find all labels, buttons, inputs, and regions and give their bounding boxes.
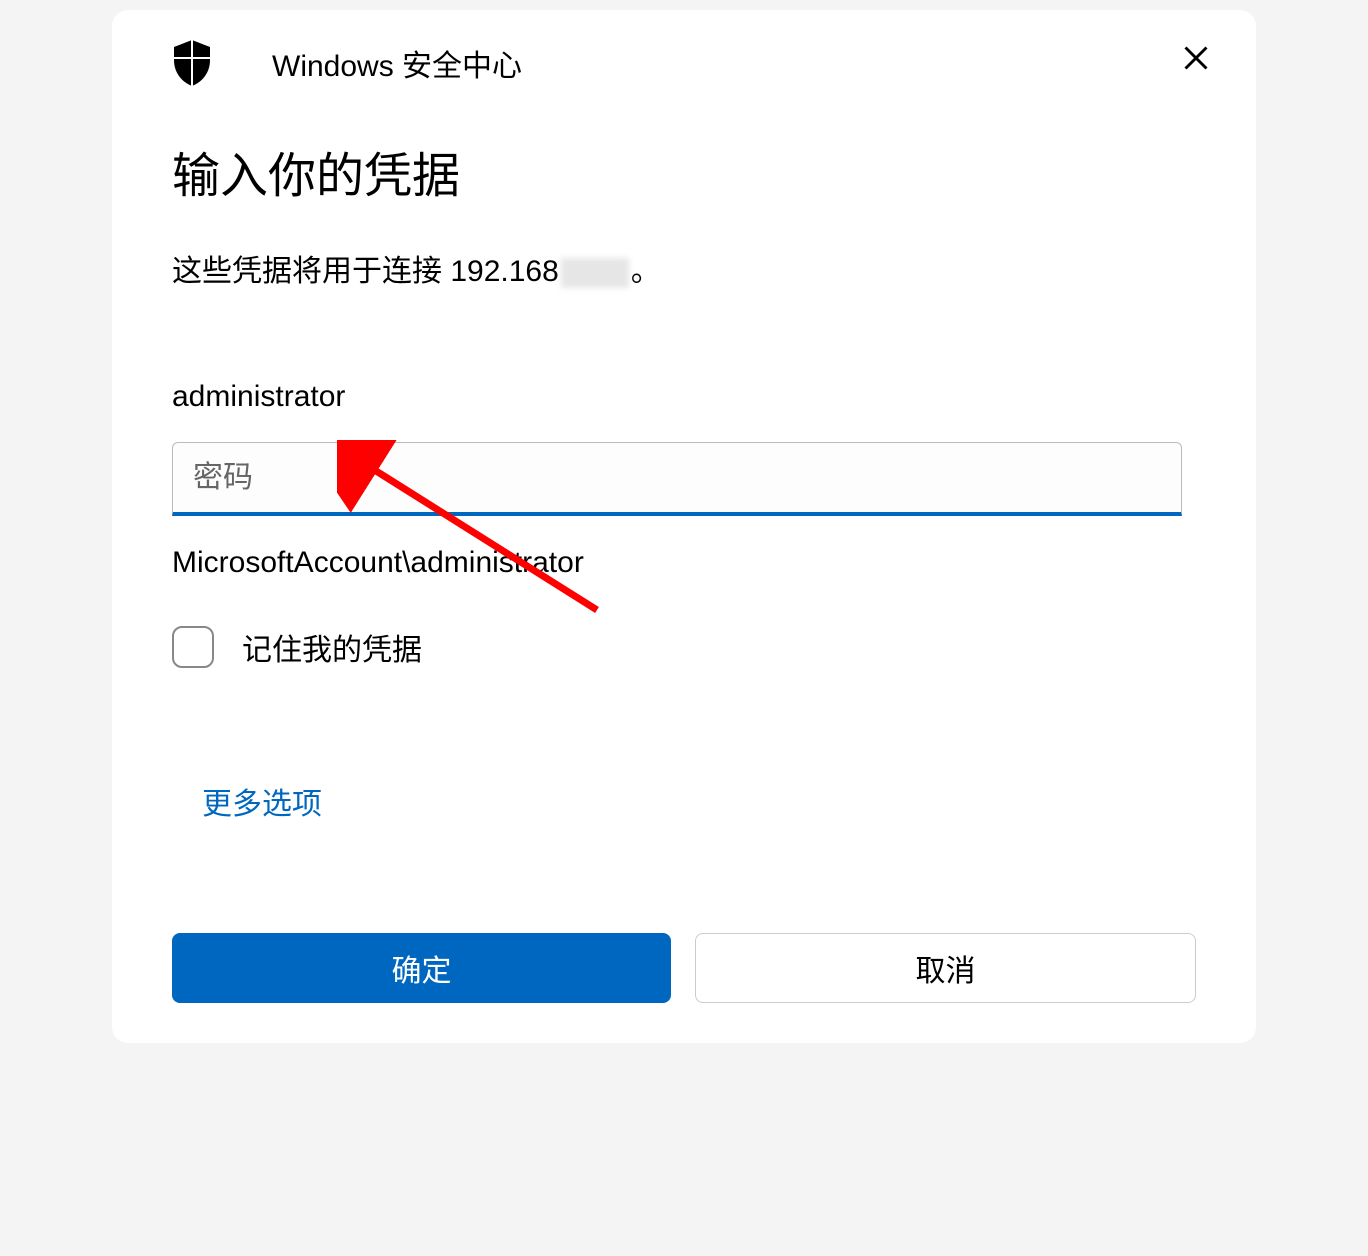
more-options-link[interactable]: 更多选项 xyxy=(172,779,322,823)
dialog-content: 输入你的凭据 这些凭据将用于连接 192.168。 administrator … xyxy=(112,136,1256,933)
dialog-header: Windows 安全中心 xyxy=(112,40,1256,86)
button-row: 确定 取消 xyxy=(112,933,1256,1003)
subtitle: 这些凭据将用于连接 192.168 。 xyxy=(172,246,1196,290)
ok-button[interactable]: 确定 xyxy=(172,933,671,1003)
redacted-ip-segment xyxy=(561,258,629,288)
remember-row: 记住我的凭据 xyxy=(172,625,1196,669)
dialog-title: Windows 安全中心 xyxy=(272,41,522,85)
username-display: administrator xyxy=(172,380,1196,414)
remember-label: 记住我的凭据 xyxy=(242,625,422,669)
subtitle-prefix: 这些凭据将用于连接 192.168 xyxy=(172,255,559,288)
cancel-button[interactable]: 取消 xyxy=(695,933,1196,1003)
password-input[interactable] xyxy=(172,442,1182,516)
close-icon xyxy=(1182,44,1210,72)
close-button[interactable] xyxy=(1176,38,1216,78)
subtitle-suffix: 。 xyxy=(631,255,661,288)
remember-checkbox[interactable] xyxy=(172,626,214,668)
credentials-dialog: Windows 安全中心 输入你的凭据 这些凭据将用于连接 192.168 。 a… xyxy=(112,10,1256,1043)
account-hint: MicrosoftAccount\administrator xyxy=(172,546,1196,580)
main-heading: 输入你的凭据 xyxy=(172,136,1196,206)
shield-icon xyxy=(172,40,212,86)
